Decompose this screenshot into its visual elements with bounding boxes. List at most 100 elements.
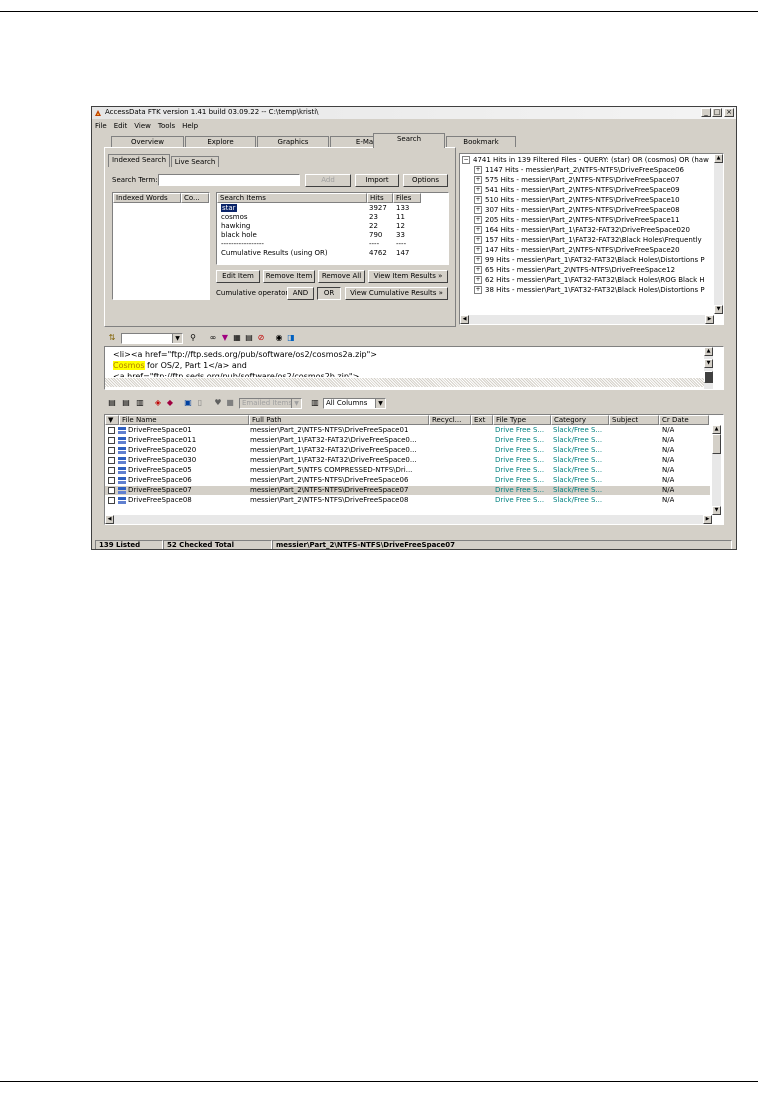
scroll-up-icon[interactable]: ▲	[712, 425, 721, 434]
file-checkbox[interactable]	[108, 437, 115, 444]
viewer-vertical-scrollbar[interactable]: ▲ ▼	[704, 347, 713, 389]
tree-node[interactable]: +1147 Hits - messier\Part_2\NTFS-NTFS\Dr…	[474, 165, 684, 175]
tree-node[interactable]: +205 Hits - messier\Part_2\NTFS-NTFS\Dri…	[474, 215, 680, 225]
bookmark-add-icon[interactable]: ◆	[165, 398, 175, 408]
expand-icon[interactable]: +	[474, 256, 482, 264]
column-set-combo[interactable]: All Columns ▼	[323, 398, 386, 409]
find-next-icon[interactable]: ▼	[220, 333, 230, 343]
cumulative-results-row[interactable]: Cumulative Results (using OR) 4762 147	[217, 249, 447, 258]
chevron-down-icon[interactable]: ▼	[172, 334, 182, 343]
file-row[interactable]: DriveFreeSpace08 messier\Part_2\NTFS-NTFS…	[105, 496, 710, 505]
expand-icon[interactable]: +	[474, 246, 482, 254]
navigate-icon[interactable]: ⇅	[107, 333, 117, 343]
tree-node[interactable]: +164 Hits - messier\Part_1\FAT32-FAT32\D…	[474, 225, 690, 235]
edit-item-button[interactable]: Edit Item	[216, 270, 260, 283]
tree-root[interactable]: −4741 Hits in 139 Filtered Files - QUERY…	[462, 155, 709, 165]
menu-tools[interactable]: Tools	[158, 122, 175, 132]
col-hits[interactable]: Hits	[367, 193, 393, 203]
file-list-vertical-scrollbar[interactable]: ▲ ▼	[712, 425, 721, 515]
subtab-live-search[interactable]: Live Search	[171, 156, 219, 167]
import-button[interactable]: Import	[355, 174, 399, 187]
check-highlighted-icon[interactable]: ▥	[135, 398, 145, 408]
tree-node[interactable]: +147 Hits - messier\Part_2\NTFS-NTFS\Dri…	[474, 245, 680, 255]
column-settings-icon[interactable]: ▥	[310, 398, 320, 408]
emailed-items-combo[interactable]: Emailed Items ▼	[239, 398, 302, 409]
file-row[interactable]: DriveFreeSpace01 messier\Part_2\NTFS-NTFS…	[105, 426, 710, 435]
expand-icon[interactable]: +	[474, 226, 482, 234]
col-cr-date[interactable]: Cr Date	[659, 415, 709, 425]
scroll-down-icon[interactable]: ▼	[712, 506, 721, 515]
tree-node[interactable]: +541 Hits - messier\Part_2\NTFS-NTFS\Dri…	[474, 185, 680, 195]
col-indexed-words[interactable]: Indexed Words	[113, 193, 181, 203]
binoculars-icon[interactable]: ∞	[208, 333, 218, 343]
content-viewer[interactable]: <li><a href="ftp://ftp.seds.org/pub/soft…	[104, 346, 724, 390]
search-item-row[interactable]: cosmos 23 11	[217, 213, 447, 222]
file-list-horizontal-scrollbar[interactable]: ◀ ▶	[105, 515, 712, 524]
tree-node[interactable]: +575 Hits - messier\Part_2\NTFS-NTFS\Dri…	[474, 175, 680, 185]
file-checkbox[interactable]	[108, 497, 115, 504]
file-row[interactable]: DriveFreeSpace05 messier\Part_5\NTFS COMP…	[105, 466, 710, 475]
find-icon[interactable]: ⚲	[188, 333, 198, 343]
expand-icon[interactable]: +	[474, 236, 482, 244]
filter-icon[interactable]: ■	[225, 398, 235, 408]
expand-icon[interactable]: +	[474, 206, 482, 214]
document-icon[interactable]: ▯	[195, 398, 205, 408]
check-all-icon[interactable]: ▤	[107, 398, 117, 408]
hash-icon[interactable]: ♥	[213, 398, 223, 408]
tree-node[interactable]: +62 Hits - messier\Part_1\FAT32-FAT32\Bl…	[474, 275, 705, 285]
tab-explore[interactable]: Explore	[185, 136, 256, 147]
or-button[interactable]: OR	[317, 287, 341, 300]
add-button[interactable]: Add	[305, 174, 351, 187]
tab-bookmark[interactable]: Bookmark	[446, 136, 516, 147]
expand-icon[interactable]: +	[474, 286, 482, 294]
view-item-results-button[interactable]: View Item Results »	[368, 270, 448, 283]
expand-icon[interactable]: +	[474, 216, 482, 224]
scroll-left-icon[interactable]: ◀	[460, 315, 469, 324]
tree-node[interactable]: +99 Hits - messier\Part_1\FAT32-FAT32\Bl…	[474, 255, 705, 265]
col-subject[interactable]: Subject	[609, 415, 659, 425]
tree-horizontal-scrollbar[interactable]: ◀ ▶	[460, 315, 714, 324]
scroll-down-icon[interactable]: ▼	[704, 359, 713, 368]
col-files[interactable]: Files	[393, 193, 421, 203]
and-button[interactable]: AND	[287, 287, 314, 300]
file-checkbox[interactable]	[108, 477, 115, 484]
col-file-name[interactable]: File Name	[119, 415, 249, 425]
col-file-type[interactable]: File Type	[493, 415, 551, 425]
file-checkbox[interactable]	[108, 457, 115, 464]
file-checkbox[interactable]	[108, 487, 115, 494]
chevron-down-icon[interactable]: ▼	[375, 399, 385, 408]
remove-item-button[interactable]: Remove Item	[263, 270, 315, 283]
tab-overview[interactable]: Overview	[111, 136, 184, 147]
tab-graphics[interactable]: Graphics	[257, 136, 329, 147]
options-button[interactable]: Options	[403, 174, 448, 187]
expand-icon[interactable]: +	[474, 176, 482, 184]
file-checkbox[interactable]	[108, 467, 115, 474]
expand-icon[interactable]: +	[474, 186, 482, 194]
file-row[interactable]: DriveFreeSpace011 messier\Part_1\FAT32-FA…	[105, 436, 710, 445]
bookmark-icon[interactable]: ◈	[153, 398, 163, 408]
tree-node[interactable]: +307 Hits - messier\Part_2\NTFS-NTFS\Dri…	[474, 205, 680, 215]
col-count[interactable]: Co...	[181, 193, 209, 203]
file-row[interactable]: DriveFreeSpace030 messier\Part_1\FAT32-FA…	[105, 456, 710, 465]
tree-vertical-scrollbar[interactable]: ▲ ▼	[714, 154, 723, 314]
results-tree[interactable]: −4741 Hits in 139 Filtered Files - QUERY…	[459, 153, 724, 325]
chevron-down-icon[interactable]: ▼	[291, 399, 301, 408]
col-search-items[interactable]: Search Items	[217, 193, 367, 203]
hex-view-icon[interactable]: ▦	[232, 333, 242, 343]
tree-node[interactable]: +510 Hits - messier\Part_2\NTFS-NTFS\Dri…	[474, 195, 680, 205]
viewer-horizontal-scrollbar[interactable]	[105, 378, 704, 387]
minimize-button[interactable]: _	[701, 108, 711, 117]
tree-node[interactable]: +38 Hits - messier\Part_1\FAT32-FAT32\Bl…	[474, 285, 705, 295]
search-items-list[interactable]: Search Items Hits Files star 3927 133 co…	[216, 192, 449, 265]
expand-icon[interactable]: +	[474, 196, 482, 204]
export-icon[interactable]: ◨	[286, 333, 296, 343]
viewer-combo[interactable]: ▼	[121, 333, 183, 344]
close-button[interactable]: ×	[724, 108, 734, 117]
file-row[interactable]: DriveFreeSpace06 messier\Part_2\NTFS-NTFS…	[105, 476, 710, 485]
indexed-words-list[interactable]: Indexed Words Co...	[112, 192, 210, 300]
file-checkbox[interactable]	[108, 447, 115, 454]
col-ext[interactable]: Ext	[471, 415, 493, 425]
scroll-thumb[interactable]	[712, 434, 721, 454]
search-term-input[interactable]	[158, 174, 300, 186]
col-checkbox-sort[interactable]: ▼	[105, 415, 119, 425]
